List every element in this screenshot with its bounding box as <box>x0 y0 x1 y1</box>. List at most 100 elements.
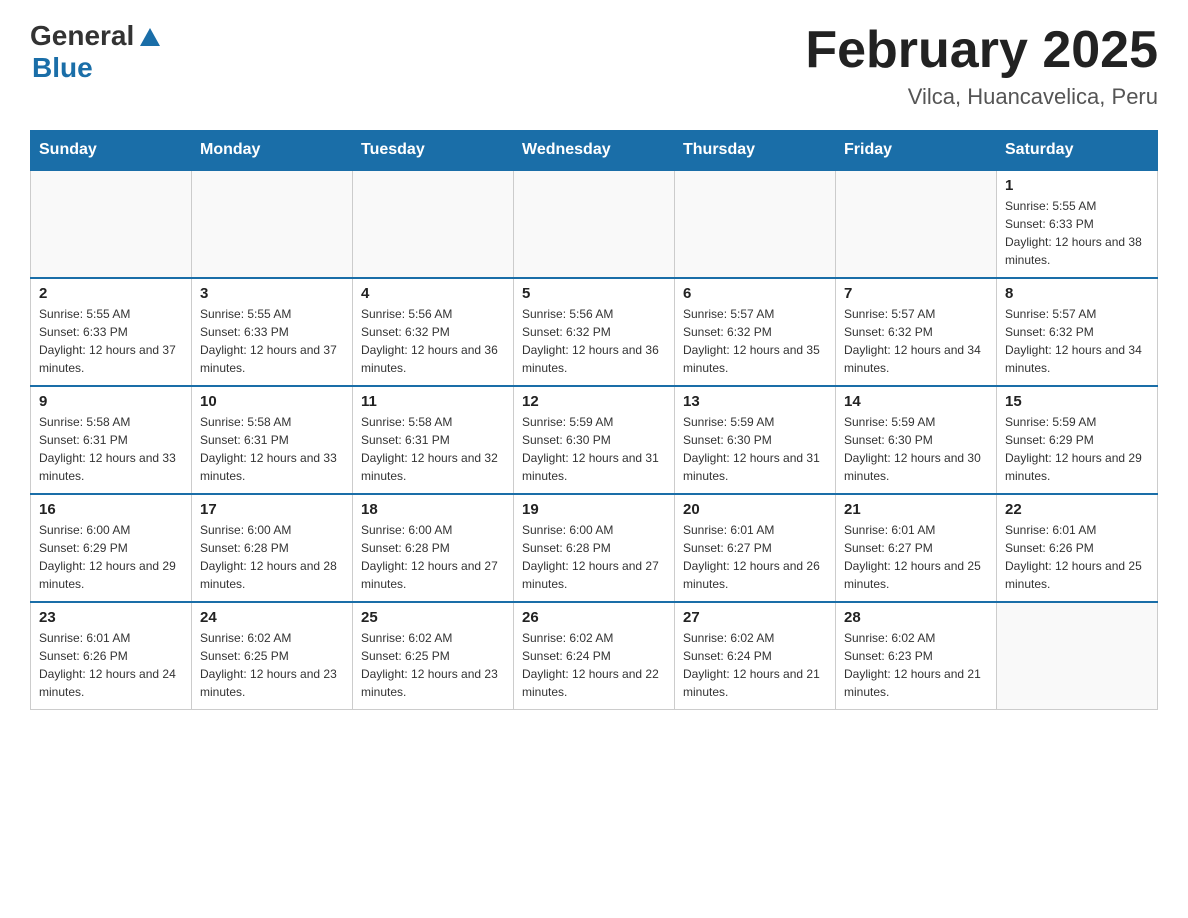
calendar-cell <box>675 170 836 278</box>
calendar-cell: 24 Sunrise: 6:02 AMSunset: 6:25 PMDayligh… <box>192 602 353 710</box>
calendar-week-row: 2 Sunrise: 5:55 AMSunset: 6:33 PMDaylight… <box>31 278 1158 386</box>
day-info: Sunrise: 5:55 AMSunset: 6:33 PMDaylight:… <box>200 305 344 377</box>
day-info: Sunrise: 5:59 AMSunset: 6:30 PMDaylight:… <box>844 413 988 485</box>
day-number: 8 <box>1005 285 1149 302</box>
day-number: 14 <box>844 393 988 410</box>
day-info: Sunrise: 5:58 AMSunset: 6:31 PMDaylight:… <box>361 413 505 485</box>
calendar-cell: 19 Sunrise: 6:00 AMSunset: 6:28 PMDayligh… <box>514 494 675 602</box>
day-number: 7 <box>844 285 988 302</box>
day-number: 9 <box>39 393 183 410</box>
calendar-cell: 27 Sunrise: 6:02 AMSunset: 6:24 PMDayligh… <box>675 602 836 710</box>
calendar-cell <box>997 602 1158 710</box>
day-number: 13 <box>683 393 827 410</box>
month-title: February 2025 <box>805 20 1158 80</box>
calendar-cell <box>836 170 997 278</box>
day-info: Sunrise: 5:59 AMSunset: 6:30 PMDaylight:… <box>522 413 666 485</box>
day-number: 24 <box>200 609 344 626</box>
day-info: Sunrise: 5:57 AMSunset: 6:32 PMDaylight:… <box>844 305 988 377</box>
day-info: Sunrise: 6:02 AMSunset: 6:25 PMDaylight:… <box>200 629 344 701</box>
day-number: 2 <box>39 285 183 302</box>
calendar-cell: 17 Sunrise: 6:00 AMSunset: 6:28 PMDayligh… <box>192 494 353 602</box>
day-number: 28 <box>844 609 988 626</box>
calendar-cell: 16Sunrise: 6:00 AMSunset: 6:29 PMDayligh… <box>31 494 192 602</box>
day-number: 27 <box>683 609 827 626</box>
calendar-week-row: 1Sunrise: 5:55 AMSunset: 6:33 PMDaylight… <box>31 170 1158 278</box>
day-info: Sunrise: 6:01 AMSunset: 6:26 PMDaylight:… <box>39 629 183 701</box>
calendar-cell <box>31 170 192 278</box>
day-of-week-header: Friday <box>836 131 997 171</box>
calendar-week-row: 16Sunrise: 6:00 AMSunset: 6:29 PMDayligh… <box>31 494 1158 602</box>
day-info: Sunrise: 5:55 AMSunset: 6:33 PMDaylight:… <box>39 305 183 377</box>
calendar-cell: 10 Sunrise: 5:58 AMSunset: 6:31 PMDayligh… <box>192 386 353 494</box>
calendar-week-row: 23 Sunrise: 6:01 AMSunset: 6:26 PMDayligh… <box>31 602 1158 710</box>
calendar-table: SundayMondayTuesdayWednesdayThursdayFrid… <box>30 130 1158 710</box>
day-number: 6 <box>683 285 827 302</box>
calendar-cell: 5 Sunrise: 5:56 AMSunset: 6:32 PMDaylight… <box>514 278 675 386</box>
day-number: 1 <box>1005 177 1149 194</box>
calendar-cell: 13 Sunrise: 5:59 AMSunset: 6:30 PMDayligh… <box>675 386 836 494</box>
calendar-cell: 1Sunrise: 5:55 AMSunset: 6:33 PMDaylight… <box>997 170 1158 278</box>
logo-triangle-icon <box>136 22 164 50</box>
day-info: Sunrise: 6:01 AMSunset: 6:27 PMDaylight:… <box>844 521 988 593</box>
calendar-cell: 21 Sunrise: 6:01 AMSunset: 6:27 PMDayligh… <box>836 494 997 602</box>
day-number: 4 <box>361 285 505 302</box>
day-number: 25 <box>361 609 505 626</box>
calendar-cell: 14 Sunrise: 5:59 AMSunset: 6:30 PMDayligh… <box>836 386 997 494</box>
day-info: Sunrise: 5:59 AMSunset: 6:29 PMDaylight:… <box>1005 413 1149 485</box>
day-number: 19 <box>522 501 666 518</box>
calendar-cell: 20 Sunrise: 6:01 AMSunset: 6:27 PMDayligh… <box>675 494 836 602</box>
calendar-header-row: SundayMondayTuesdayWednesdayThursdayFrid… <box>31 131 1158 171</box>
calendar-cell: 26Sunrise: 6:02 AMSunset: 6:24 PMDayligh… <box>514 602 675 710</box>
logo-general-text: General <box>30 20 134 52</box>
day-number: 15 <box>1005 393 1149 410</box>
day-info: Sunrise: 5:56 AMSunset: 6:32 PMDaylight:… <box>361 305 505 377</box>
day-of-week-header: Sunday <box>31 131 192 171</box>
day-info: Sunrise: 5:59 AMSunset: 6:30 PMDaylight:… <box>683 413 827 485</box>
calendar-cell <box>353 170 514 278</box>
day-info: Sunrise: 6:02 AMSunset: 6:24 PMDaylight:… <box>683 629 827 701</box>
day-number: 17 <box>200 501 344 518</box>
title-section: February 2025 Vilca, Huancavelica, Peru <box>805 20 1158 110</box>
day-number: 10 <box>200 393 344 410</box>
day-number: 21 <box>844 501 988 518</box>
day-of-week-header: Thursday <box>675 131 836 171</box>
location-text: Vilca, Huancavelica, Peru <box>805 84 1158 110</box>
day-number: 20 <box>683 501 827 518</box>
calendar-cell: 18 Sunrise: 6:00 AMSunset: 6:28 PMDayligh… <box>353 494 514 602</box>
day-info: Sunrise: 5:58 AMSunset: 6:31 PMDaylight:… <box>39 413 183 485</box>
day-number: 12 <box>522 393 666 410</box>
calendar-cell: 12 Sunrise: 5:59 AMSunset: 6:30 PMDayligh… <box>514 386 675 494</box>
calendar-cell: 15 Sunrise: 5:59 AMSunset: 6:29 PMDayligh… <box>997 386 1158 494</box>
calendar-cell: 28Sunrise: 6:02 AMSunset: 6:23 PMDayligh… <box>836 602 997 710</box>
calendar-cell: 3 Sunrise: 5:55 AMSunset: 6:33 PMDaylight… <box>192 278 353 386</box>
calendar-cell <box>192 170 353 278</box>
day-info: Sunrise: 5:57 AMSunset: 6:32 PMDaylight:… <box>683 305 827 377</box>
page-header: General Blue February 2025 Vilca, Huanca… <box>30 20 1158 110</box>
day-number: 3 <box>200 285 344 302</box>
calendar-cell: 22Sunrise: 6:01 AMSunset: 6:26 PMDayligh… <box>997 494 1158 602</box>
calendar-cell: 9 Sunrise: 5:58 AMSunset: 6:31 PMDaylight… <box>31 386 192 494</box>
day-of-week-header: Saturday <box>997 131 1158 171</box>
day-number: 23 <box>39 609 183 626</box>
calendar-cell: 2 Sunrise: 5:55 AMSunset: 6:33 PMDaylight… <box>31 278 192 386</box>
day-info: Sunrise: 6:02 AMSunset: 6:24 PMDaylight:… <box>522 629 666 701</box>
day-number: 11 <box>361 393 505 410</box>
calendar-cell: 11 Sunrise: 5:58 AMSunset: 6:31 PMDayligh… <box>353 386 514 494</box>
day-info: Sunrise: 6:00 AMSunset: 6:28 PMDaylight:… <box>200 521 344 593</box>
day-number: 18 <box>361 501 505 518</box>
day-info: Sunrise: 5:58 AMSunset: 6:31 PMDaylight:… <box>200 413 344 485</box>
calendar-cell: 8Sunrise: 5:57 AMSunset: 6:32 PMDaylight… <box>997 278 1158 386</box>
logo-blue-text: Blue <box>32 52 93 83</box>
day-of-week-header: Wednesday <box>514 131 675 171</box>
day-number: 5 <box>522 285 666 302</box>
day-of-week-header: Tuesday <box>353 131 514 171</box>
calendar-cell: 4 Sunrise: 5:56 AMSunset: 6:32 PMDaylight… <box>353 278 514 386</box>
day-info: Sunrise: 6:00 AMSunset: 6:29 PMDaylight:… <box>39 521 183 593</box>
day-info: Sunrise: 6:01 AMSunset: 6:27 PMDaylight:… <box>683 521 827 593</box>
day-info: Sunrise: 6:00 AMSunset: 6:28 PMDaylight:… <box>361 521 505 593</box>
calendar-cell: 7 Sunrise: 5:57 AMSunset: 6:32 PMDaylight… <box>836 278 997 386</box>
day-of-week-header: Monday <box>192 131 353 171</box>
day-info: Sunrise: 5:56 AMSunset: 6:32 PMDaylight:… <box>522 305 666 377</box>
calendar-week-row: 9 Sunrise: 5:58 AMSunset: 6:31 PMDaylight… <box>31 386 1158 494</box>
day-info: Sunrise: 6:00 AMSunset: 6:28 PMDaylight:… <box>522 521 666 593</box>
